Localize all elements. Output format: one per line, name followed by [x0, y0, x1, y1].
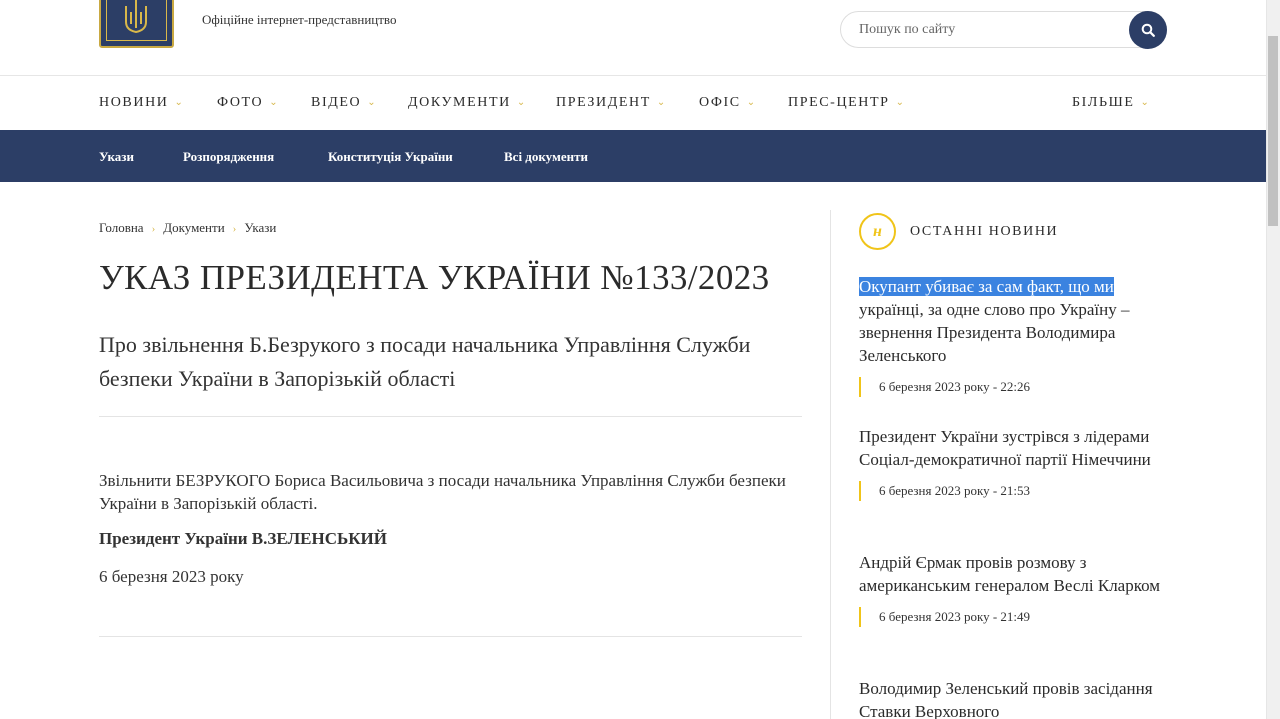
- news-item: Володимир Зеленський провів засідання Ст…: [859, 677, 1169, 719]
- chevron-right-icon: ›: [151, 223, 156, 235]
- nav-photo[interactable]: ФОТО ⌄: [217, 95, 279, 111]
- document-date: 6 березня 2023 року: [99, 567, 244, 586]
- subnav-orders[interactable]: Розпорядження: [183, 149, 274, 165]
- selected-text: Окупант убиває за сам факт, що ми: [859, 277, 1114, 296]
- chevron-down-icon: ⌄: [746, 97, 757, 108]
- sub-navigation: Укази Розпорядження Конституція України …: [0, 130, 1266, 182]
- subnav-constitution[interactable]: Конституція України: [328, 149, 453, 165]
- nav-label: ПРЕЗИДЕНТ: [556, 95, 651, 110]
- nav-office[interactable]: ОФІС ⌄: [699, 95, 757, 111]
- news-item: Окупант убиває за сам факт, що ми україн…: [859, 275, 1169, 397]
- news-time: 6 березня 2023 року - 21:49: [859, 607, 1169, 627]
- subnav-all-documents[interactable]: Всі документи: [504, 149, 588, 165]
- divider: [99, 416, 802, 417]
- news-title-link[interactable]: Окупант убиває за сам факт, що ми україн…: [859, 275, 1169, 367]
- news-title-text: українці, за одне слово про Україну – зв…: [859, 300, 1130, 365]
- trident-emblem-icon[interactable]: [99, 0, 174, 48]
- nav-label: ПРЕС-ЦЕНТР: [788, 95, 890, 110]
- page-title: УКАЗ ПРЕЗИДЕНТА УКРАЇНИ №133/2023: [99, 258, 770, 297]
- breadcrumb-home[interactable]: Головна: [99, 220, 144, 235]
- nav-label: ВІДЕО: [311, 95, 362, 110]
- nav-press-center[interactable]: ПРЕС-ЦЕНТР ⌄: [788, 95, 906, 111]
- nav-label: БІЛЬШЕ: [1072, 95, 1135, 110]
- chevron-down-icon: ⌄: [895, 97, 906, 108]
- chevron-down-icon: ⌄: [367, 97, 378, 108]
- site-tagline: Офіційне інтернет-представництво: [202, 12, 397, 27]
- site-header: Офіційне інтернет-представництво: [0, 0, 1266, 76]
- sidebar-divider: [830, 210, 831, 719]
- search-box: [840, 11, 1167, 49]
- latest-news-heading: ОСТАННІ НОВИНИ: [910, 224, 1059, 239]
- news-item: Андрій Єрмак провів розмову з американсь…: [859, 551, 1169, 627]
- subnav-decrees[interactable]: Укази: [99, 149, 134, 165]
- nav-label: ФОТО: [217, 95, 264, 110]
- search-button[interactable]: [1129, 11, 1167, 49]
- nav-video[interactable]: ВІДЕО ⌄: [311, 95, 377, 111]
- breadcrumb-decrees[interactable]: Укази: [244, 220, 276, 235]
- chevron-down-icon: ⌄: [269, 97, 280, 108]
- main-navigation: НОВИНИ ⌄ ФОТО ⌄ ВІДЕО ⌄ ДОКУМЕНТИ ⌄ ПРЕЗИДЕН…: [0, 77, 1266, 130]
- document-subtitle: Про звільнення Б.Безрукого з посади нача…: [99, 332, 751, 391]
- nav-label: ОФІС: [699, 95, 741, 110]
- nav-label: ДОКУМЕНТИ: [408, 95, 511, 110]
- search-icon: [1141, 23, 1155, 37]
- news-time: 6 березня 2023 року - 21:53: [859, 481, 1169, 501]
- document-body: Звільнити БЕЗРУКОГО Бориса Васильовича з…: [99, 471, 786, 513]
- chevron-down-icon: ⌄: [174, 97, 185, 108]
- nav-documents[interactable]: ДОКУМЕНТИ ⌄: [408, 95, 527, 111]
- divider: [99, 636, 802, 637]
- news-title-link[interactable]: Андрій Єрмак провів розмову з американсь…: [859, 551, 1169, 597]
- news-logo-icon: н: [859, 213, 896, 250]
- nav-news[interactable]: НОВИНИ ⌄: [99, 95, 184, 111]
- search-input[interactable]: [859, 20, 1119, 40]
- news-item: Президент України зустрівся з лідерами С…: [859, 425, 1169, 501]
- nav-label: НОВИНИ: [99, 95, 169, 110]
- breadcrumb: Головна › Документи › Укази: [99, 220, 276, 236]
- news-title-link[interactable]: Президент України зустрівся з лідерами С…: [859, 425, 1169, 471]
- scrollbar-thumb[interactable]: [1268, 36, 1278, 226]
- nav-more[interactable]: БІЛЬШЕ ⌄: [1072, 95, 1151, 111]
- chevron-down-icon: ⌄: [656, 97, 667, 108]
- chevron-down-icon: ⌄: [1140, 97, 1151, 108]
- document-signature: Президент України В.ЗЕЛЕНСЬКИЙ: [99, 529, 387, 548]
- chevron-right-icon: ›: [232, 223, 237, 235]
- nav-president[interactable]: ПРЕЗИДЕНТ ⌄: [556, 95, 667, 111]
- chevron-down-icon: ⌄: [516, 97, 527, 108]
- news-time: 6 березня 2023 року - 22:26: [859, 377, 1169, 397]
- news-title-link[interactable]: Володимир Зеленський провів засідання Ст…: [859, 677, 1169, 719]
- breadcrumb-documents[interactable]: Документи: [163, 220, 224, 235]
